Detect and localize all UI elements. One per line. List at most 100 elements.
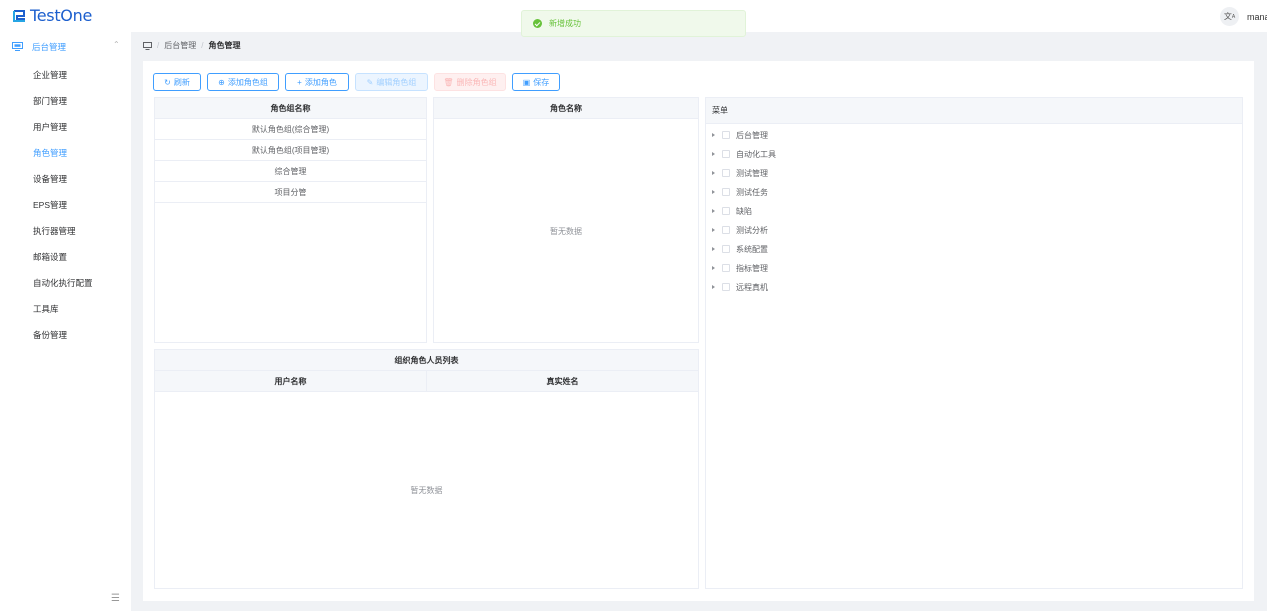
tree-node[interactable]: 系统配置	[712, 242, 768, 256]
tree-node-label: 测试任务	[736, 187, 768, 197]
delete-role-group-label: 删除角色组	[456, 77, 497, 87]
chevron-up-icon: ⌃	[113, 40, 120, 49]
sidebar-parent-admin[interactable]: 后台管理 ⌃	[0, 38, 131, 56]
role-group-table: 角色组名称 默认角色组(综合管理) 默认角色组(项目管理) 综合管理 项目分管	[154, 97, 427, 343]
tree-node[interactable]: 自动化工具	[712, 147, 776, 161]
tree-checkbox[interactable]	[722, 264, 730, 272]
edit-role-group-label: 编辑角色组	[376, 77, 417, 87]
table-row[interactable]: 综合管理	[155, 161, 426, 182]
tree-node-label: 自动化工具	[736, 149, 776, 159]
sidebar-item-backup[interactable]: 备份管理	[33, 329, 67, 341]
breadcrumb-item[interactable]: 后台管理	[164, 40, 196, 51]
sidebar-item-toolbox[interactable]: 工具库	[33, 303, 59, 315]
save-icon: ▣	[522, 77, 531, 87]
tree-node-label: 后台管理	[736, 130, 768, 140]
caret-right-icon[interactable]	[712, 190, 715, 194]
sidebar-item-automation[interactable]: 自动化执行配置	[33, 277, 93, 289]
tree-checkbox[interactable]	[722, 226, 730, 234]
tree-node[interactable]: 指标管理	[712, 261, 768, 275]
tree-node[interactable]: 远程真机	[712, 280, 768, 294]
empty-text: 暂无数据	[550, 227, 582, 236]
check-circle-icon	[533, 19, 542, 28]
save-button[interactable]: ▣ 保存	[512, 73, 560, 91]
sidebar-item-roles[interactable]: 角色管理	[33, 147, 67, 159]
table-row[interactable]: 默认角色组(项目管理)	[155, 140, 426, 161]
edit-icon: ✎	[366, 77, 374, 87]
monitor-icon	[143, 41, 152, 50]
app-logo[interactable]: TestOne	[12, 6, 92, 25]
caret-right-icon[interactable]	[712, 133, 715, 137]
tree-node[interactable]: 测试分析	[712, 223, 768, 237]
tree-node[interactable]: 缺陷	[712, 204, 752, 218]
refresh-button[interactable]: ↻ 刷新	[153, 73, 201, 91]
sidebar-parent-label: 后台管理	[32, 42, 67, 52]
plus-icon: +	[297, 77, 302, 87]
breadcrumb-separator: /	[201, 41, 204, 50]
menu-tree-header: 菜单	[706, 98, 1242, 124]
tree-checkbox[interactable]	[722, 131, 730, 139]
tree-node-label: 远程真机	[736, 282, 768, 292]
sidebar-item-devices[interactable]: 设备管理	[33, 173, 67, 185]
tree-node-label: 系统配置	[736, 244, 768, 254]
translate-icon[interactable]: 文A	[1220, 7, 1239, 26]
sidebar-item-enterprise[interactable]: 企业管理	[33, 69, 67, 81]
table-row[interactable]: 默认角色组(综合管理)	[155, 119, 426, 140]
empty-text: 暂无数据	[410, 486, 443, 495]
tree-node[interactable]: 后台管理	[712, 128, 768, 142]
trash-icon: 🗑	[443, 77, 454, 87]
toast-message: 新增成功	[549, 19, 581, 28]
members-columns: 用户名称 真实姓名	[155, 371, 698, 392]
sidebar-item-mail[interactable]: 邮箱设置	[33, 251, 67, 263]
refresh-label: 刷新	[173, 77, 190, 87]
caret-right-icon[interactable]	[712, 228, 715, 232]
caret-right-icon[interactable]	[712, 152, 715, 156]
tree-node-label: 指标管理	[736, 263, 768, 273]
sidebar-item-executors[interactable]: 执行器管理	[33, 225, 76, 237]
breadcrumb-current: 角色管理	[208, 41, 241, 50]
column-header-username[interactable]: 用户名称	[155, 371, 427, 391]
refresh-icon: ↻	[164, 77, 171, 87]
tree-node-label: 测试管理	[736, 168, 768, 178]
tree-node[interactable]: 测试管理	[712, 166, 768, 180]
tree-node-label: 缺陷	[736, 206, 752, 216]
tree-checkbox[interactable]	[722, 283, 730, 291]
edit-role-group-button[interactable]: ✎ 编辑角色组	[355, 73, 428, 91]
breadcrumb-separator: /	[157, 41, 160, 50]
tree-checkbox[interactable]	[722, 207, 730, 215]
role-table: 角色名称 暂无数据	[433, 97, 699, 343]
tree-checkbox[interactable]	[722, 169, 730, 177]
add-role-group-label: 添加角色组	[227, 77, 268, 87]
column-header-realname[interactable]: 真实姓名	[427, 371, 698, 391]
caret-right-icon[interactable]	[712, 285, 715, 289]
tree-node-label: 测试分析	[736, 225, 768, 235]
tree-node[interactable]: 测试任务	[712, 185, 768, 199]
role-header: 角色名称	[434, 98, 698, 119]
logo-text: TestOne	[30, 6, 92, 25]
caret-right-icon[interactable]	[712, 266, 715, 270]
caret-right-icon[interactable]	[712, 171, 715, 175]
sidebar-item-eps[interactable]: EPS管理	[33, 199, 67, 211]
add-role-label: 添加角色	[304, 77, 337, 87]
tree-checkbox[interactable]	[722, 245, 730, 253]
delete-role-group-button[interactable]: 🗑 删除角色组	[434, 73, 506, 91]
user-name[interactable]: mana	[1247, 12, 1267, 22]
caret-right-icon[interactable]	[712, 209, 715, 213]
table-row[interactable]: 项目分管	[155, 182, 426, 203]
collapse-icon[interactable]: ☰	[111, 593, 120, 604]
success-toast: 新增成功	[521, 10, 746, 37]
plus-circle-icon: ⊕	[218, 77, 225, 87]
add-role-group-button[interactable]: ⊕ 添加角色组	[207, 73, 279, 91]
toolbar: ↻ 刷新 ⊕ 添加角色组 + 添加角色 ✎ 编辑角色组 🗑 删除角色组 ▣ 保存	[153, 73, 560, 91]
add-role-button[interactable]: + 添加角色	[285, 73, 349, 91]
sidebar-item-department[interactable]: 部门管理	[33, 95, 67, 107]
members-title: 组织角色人员列表	[155, 350, 698, 371]
tree-checkbox[interactable]	[722, 188, 730, 196]
role-group-header: 角色组名称	[155, 98, 426, 119]
sidebar-item-users[interactable]: 用户管理	[33, 121, 67, 133]
members-table: 组织角色人员列表 用户名称 真实姓名 暂无数据	[154, 349, 699, 589]
caret-right-icon[interactable]	[712, 247, 715, 251]
tree-checkbox[interactable]	[722, 150, 730, 158]
monitor-icon	[12, 42, 23, 51]
logo-icon	[13, 10, 25, 22]
breadcrumb: / 后台管理 / 角色管理	[143, 40, 240, 51]
